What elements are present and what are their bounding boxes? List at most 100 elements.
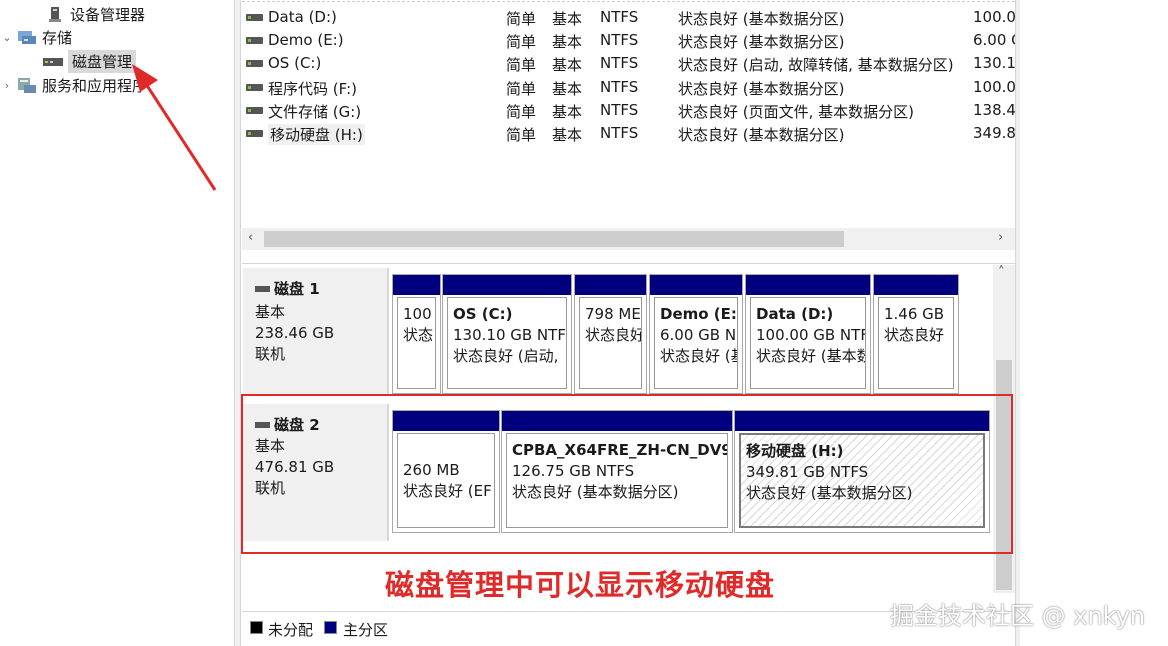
partition-body: OS (C:) 130.10 GB NTF 状态良好 (启动, [447,297,567,389]
partition-header [443,275,571,295]
partition-body: 798 ME 状态良好 [579,297,642,389]
list-partial-row [242,0,1015,2]
volume-fs: NTFS [600,78,639,96]
volume-type: 基本 [552,126,583,144]
volume-status: 状态良好 (页面文件, 基本数据分区) [678,103,915,121]
disk-name: 磁盘 1 [255,278,320,299]
volume-type: 基本 [552,10,583,28]
pane-divider[interactable] [242,250,1015,264]
scrollbar-thumb[interactable] [264,231,844,247]
volume-name: 程序代码 (F:) [268,80,357,98]
partition-status: 状态良好 (基 [660,347,738,365]
disk-icon [255,285,270,292]
annotation-arrow-icon [132,64,217,191]
scroll-up-icon[interactable]: ˄ [998,265,1005,280]
partition-size: 1.46 GB [884,305,945,323]
legend-primary-label: 主分区 [343,621,389,639]
table-row[interactable]: 移动硬盘 (H:) 简单 基本 NTFS 状态良好 (基本数据分区) 349.8 [242,121,1015,145]
partition-block[interactable]: 100 状态 [392,274,441,394]
volume-layout: 简单 [506,10,537,28]
disk-status: 联机 [255,345,286,363]
volume-fs: NTFS [600,8,639,26]
volume-capacity: 138.4 [973,101,1015,119]
partition-body: Demo (E: 6.00 GB N 状态良好 (基 [654,297,738,389]
annotation-highlight-box [241,394,1013,554]
volume-name: Data (D:) [268,8,337,26]
window-edge [1015,0,1020,646]
volume-layout: 简单 [506,56,537,74]
volume-type: 基本 [552,80,583,98]
scroll-left-icon[interactable]: ‹ [248,230,253,245]
volume-status: 状态良好 (基本数据分区) [678,126,845,144]
table-row[interactable]: 文件存储 (G:) 简单 基本 NTFS 状态良好 (页面文件, 基本数据分区)… [242,98,1015,121]
partition-header [874,275,958,295]
partition-status: 状态良好 (启动, [453,347,559,365]
volume-icon [246,14,263,21]
table-row[interactable]: Data (D:) 简单 基本 NTFS 状态良好 (基本数据分区) 100.0 [242,5,1015,28]
volume-fs: NTFS [600,124,639,142]
horizontal-scrollbar[interactable]: ‹ › [242,228,1015,250]
partition-title: OS (C:) [453,305,513,323]
partition-status: 状态 [403,326,434,344]
partition-size: 100 [403,305,432,323]
volume-name: 移动硬盘 (H:) [268,124,365,145]
volume-capacity: 100.0 [973,8,1015,26]
partition-header [575,275,646,295]
partition-header [393,275,440,295]
partition-size: 100.00 GB NTF [756,326,866,344]
volume-name: Demo (E:) [268,31,344,49]
volume-layout: 简单 [506,80,537,98]
table-row[interactable]: 程序代码 (F:) 简单 基本 NTFS 状态良好 (基本数据分区) 100.0 [242,75,1015,98]
volume-layout: 简单 [506,103,537,121]
volume-type: 基本 [552,33,583,51]
partition-block[interactable]: Data (D:) 100.00 GB NTF 状态良好 (基本数 [745,274,871,394]
partition-title: Demo (E: [660,305,737,323]
volume-capacity: 100.0 [973,78,1015,96]
partition-header [746,275,870,295]
volume-icon [246,84,263,91]
partition-body: 1.46 GB 状态良好 [878,297,954,389]
partition-block[interactable]: 798 ME 状态良好 [574,274,647,394]
legend-unallocated-label: 未分配 [268,621,314,639]
volume-status: 状态良好 (基本数据分区) [678,33,845,51]
partition-header [650,275,742,295]
partition-size: 130.10 GB NTF [453,326,566,344]
primary-swatch [324,621,337,634]
volume-icon [246,37,263,44]
disk-size: 238.46 GB [255,324,335,342]
table-row[interactable]: Demo (E:) 简单 基本 NTFS 状态良好 (基本数据分区) 6.00 … [242,28,1015,51]
volume-layout: 简单 [506,33,537,51]
volume-capacity: 130.1 [973,54,1015,72]
volume-type: 基本 [552,56,583,74]
volume-status: 状态良好 (基本数据分区) [678,80,845,98]
annotation-caption: 磁盘管理中可以显示移动硬盘 [385,568,776,602]
table-row[interactable]: OS (C:) 简单 基本 NTFS 状态良好 (启动, 故障转储, 基本数据分… [242,51,1015,74]
disk-1-label[interactable]: 磁盘 1 基本 238.46 GB 联机 [243,268,389,396]
partition-title: Data (D:) [756,305,834,323]
volume-layout: 简单 [506,126,537,144]
volume-icon [246,130,263,137]
partition-status: 状态良好 (基本数 [756,347,866,365]
partition-size: 798 ME [585,305,641,323]
unallocated-swatch [250,621,263,634]
partition-body: Data (D:) 100.00 GB NTF 状态良好 (基本数 [750,297,866,389]
partition-block[interactable]: Demo (E: 6.00 GB N 状态良好 (基 [649,274,743,394]
volume-status: 状态良好 (启动, 故障转储, 基本数据分区) [678,56,954,74]
volume-list: Data (D:) 简单 基本 NTFS 状态良好 (基本数据分区) 100.0… [242,0,1015,228]
volume-fs: NTFS [600,101,639,119]
volume-capacity: 349.8 [973,124,1015,142]
partition-block[interactable]: 1.46 GB 状态良好 [873,274,959,394]
volume-capacity: 6.00 G [973,31,1015,49]
volume-name: 文件存储 (G:) [268,103,362,121]
volume-icon [246,60,263,67]
partition-status: 状态良好 [585,326,642,344]
volume-icon [246,107,263,114]
volume-fs: NTFS [600,31,639,49]
partition-block[interactable]: OS (C:) 130.10 GB NTF 状态良好 (启动, [442,274,572,394]
partition-body: 100 状态 [397,297,436,389]
volume-status: 状态良好 (基本数据分区) [678,10,845,28]
scroll-right-icon[interactable]: › [998,230,1003,245]
partition-status: 状态良好 [884,326,945,344]
watermark: 掘金技术社区 @ xnkyn [890,602,1146,630]
disk-type: 基本 [255,303,286,321]
